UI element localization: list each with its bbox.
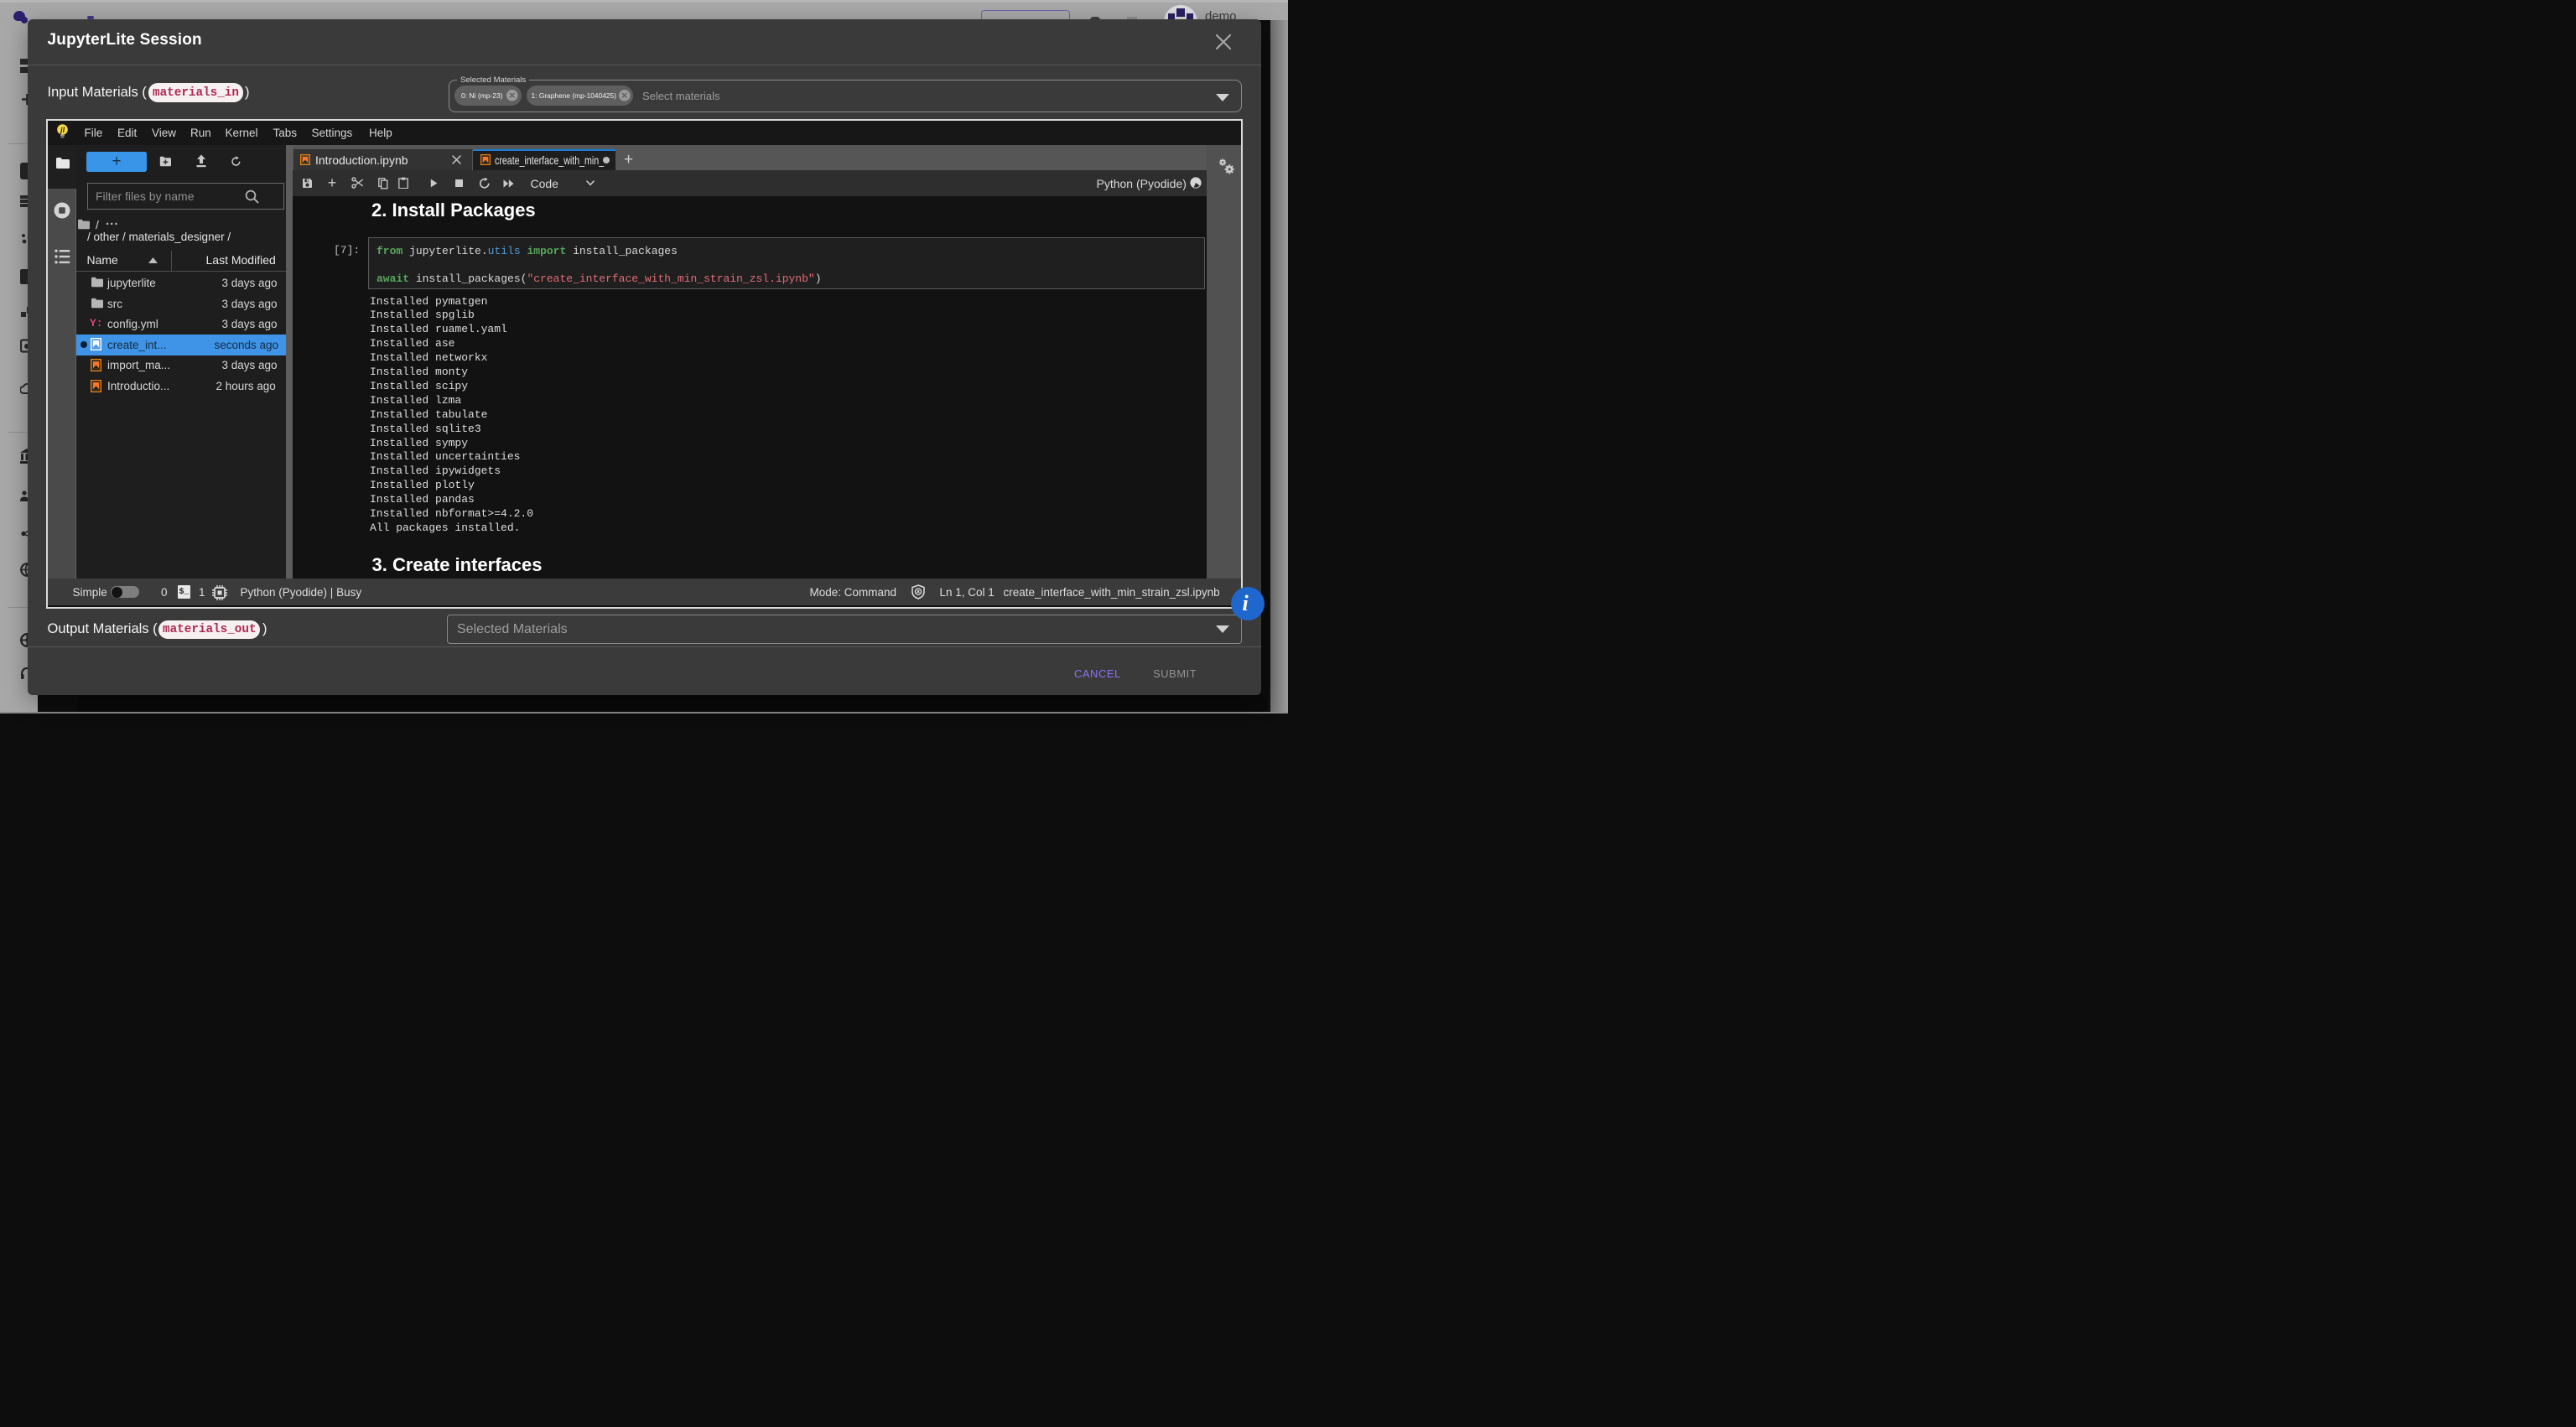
svg-text:jl: jl [59,126,65,134]
